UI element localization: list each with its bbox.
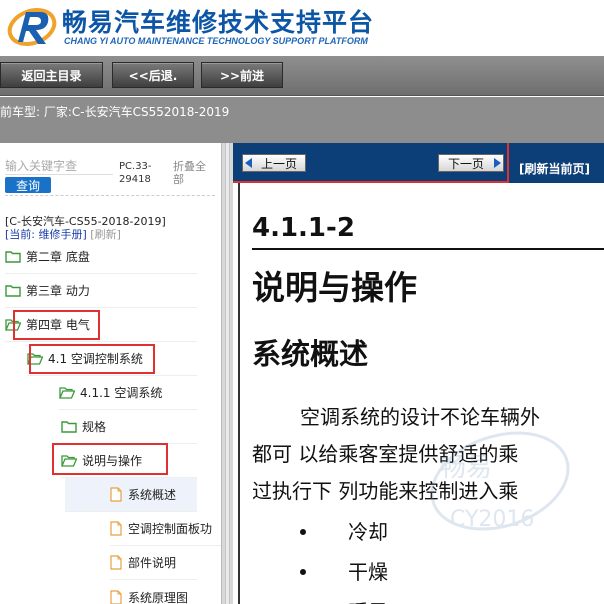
document-icon xyxy=(110,487,122,502)
content-pane: 上一页 下一页 [刷新当前页] 4.1.1-2 说明与操作 系统概述 空调系统的… xyxy=(233,143,604,604)
annotation-box-chapter-4 xyxy=(13,310,100,340)
back-button[interactable]: <<后退. xyxy=(112,62,194,88)
tree-item-label: 4.1.1 空调系统 xyxy=(80,386,163,400)
query-button[interactable]: 查询 xyxy=(5,177,51,193)
search-row: 查询 PC.33-29418 折叠全部 xyxy=(0,151,221,193)
watermark-text: CY2016 xyxy=(450,507,534,532)
bullet-item: 暖风 xyxy=(348,596,388,604)
tree-item-label: 系统原理图 xyxy=(128,590,189,604)
folder-icon xyxy=(5,285,21,297)
tree-item-label: 第三章 动力 xyxy=(26,284,90,298)
sidebar: 查询 PC.33-29418 折叠全部 [C-长安汽车-CS55-2018-20… xyxy=(0,143,221,604)
pane-splitter[interactable] xyxy=(221,143,233,604)
main-toolbar: 返回主目录 <<后退. >>前进 xyxy=(0,56,604,96)
document-viewer: 4.1.1-2 说明与操作 系统概述 空调系统的设计不论车辆外 都可 以给乘客室… xyxy=(238,183,604,604)
section-rule xyxy=(252,248,604,250)
vehicle-model-text: 前车型: 厂家:C-长安汽车CS552018-2019 xyxy=(0,105,230,119)
divider xyxy=(5,195,215,196)
brand-title: 畅易汽车维修技术支持平台 xyxy=(62,8,375,37)
folder-icon xyxy=(61,421,77,433)
heading-system-overview: 系统概述 xyxy=(252,337,369,371)
tree-item-component-description[interactable]: 部件说明 xyxy=(110,546,197,580)
bullet-icon xyxy=(300,529,306,535)
bullet-icon xyxy=(300,569,306,575)
document-icon xyxy=(110,589,122,604)
heading-description-operation: 说明与操作 xyxy=(252,268,417,307)
brand-subtitle: CHANG YI AUTO MAINTENANCE TECHNOLOGY SUP… xyxy=(64,36,368,46)
forward-button[interactable]: >>前进 xyxy=(201,62,283,88)
fold-all-link[interactable]: 折叠全部 xyxy=(173,160,215,186)
splitter-handle[interactable] xyxy=(225,143,230,604)
annotation-box-description-operation xyxy=(52,443,168,475)
app-header: 畅易汽车维修技术支持平台 CHANG YI AUTO MAINTENANCE T… xyxy=(0,0,604,56)
paragraph-line: 空调系统的设计不论车辆外 xyxy=(300,405,540,429)
vehicle-bar: 前车型: 厂家:C-长安汽车CS552018-2019 xyxy=(0,97,604,143)
tree-item-chapter-3[interactable]: 第三章 动力 xyxy=(5,274,197,308)
document-icon xyxy=(110,555,122,570)
refresh-page-link[interactable]: [刷新当前页] xyxy=(519,160,590,177)
tree-item-specs[interactable]: 规格 xyxy=(61,410,197,444)
bullet-item: 干燥 xyxy=(348,560,388,584)
tree-item-label: 第二章 底盘 xyxy=(26,250,90,264)
document-icon xyxy=(110,521,122,536)
paragraph-line: 过执行下 列功能来控制进入乘 xyxy=(252,479,519,503)
tree-item-schematic[interactable]: 系统原理图 xyxy=(110,580,221,604)
tree-item-label: 空调控制面板功 xyxy=(128,522,213,536)
tree-item-chapter-2[interactable]: 第二章 底盘 xyxy=(5,240,197,274)
tree-item-ac-panel[interactable]: 空调控制面板功 xyxy=(110,512,221,546)
folder-icon xyxy=(5,251,21,263)
search-input[interactable] xyxy=(5,157,113,175)
changyi-logo-icon xyxy=(7,8,57,46)
home-button[interactable]: 返回主目录 xyxy=(0,62,103,88)
paragraph-line: 都可 以给乘客室提供舒适的乘 xyxy=(252,442,519,466)
tree-item-label: 部件说明 xyxy=(128,556,177,570)
folder-open-icon xyxy=(59,387,75,399)
annotation-box-page-nav xyxy=(233,143,509,183)
bullet-item: 冷却 xyxy=(348,520,388,544)
tree-item-ac-system[interactable]: 4.1.1 空调系统 xyxy=(59,376,197,410)
tree-item-system-overview[interactable]: 系统概述 xyxy=(65,478,197,512)
tree-item-label: 系统概述 xyxy=(128,488,177,502)
document-code: PC.33-29418 xyxy=(119,161,152,185)
section-number: 4.1.1-2 xyxy=(252,213,355,243)
tree-item-label: 规格 xyxy=(82,420,107,434)
annotation-box-ac-control xyxy=(29,344,155,374)
